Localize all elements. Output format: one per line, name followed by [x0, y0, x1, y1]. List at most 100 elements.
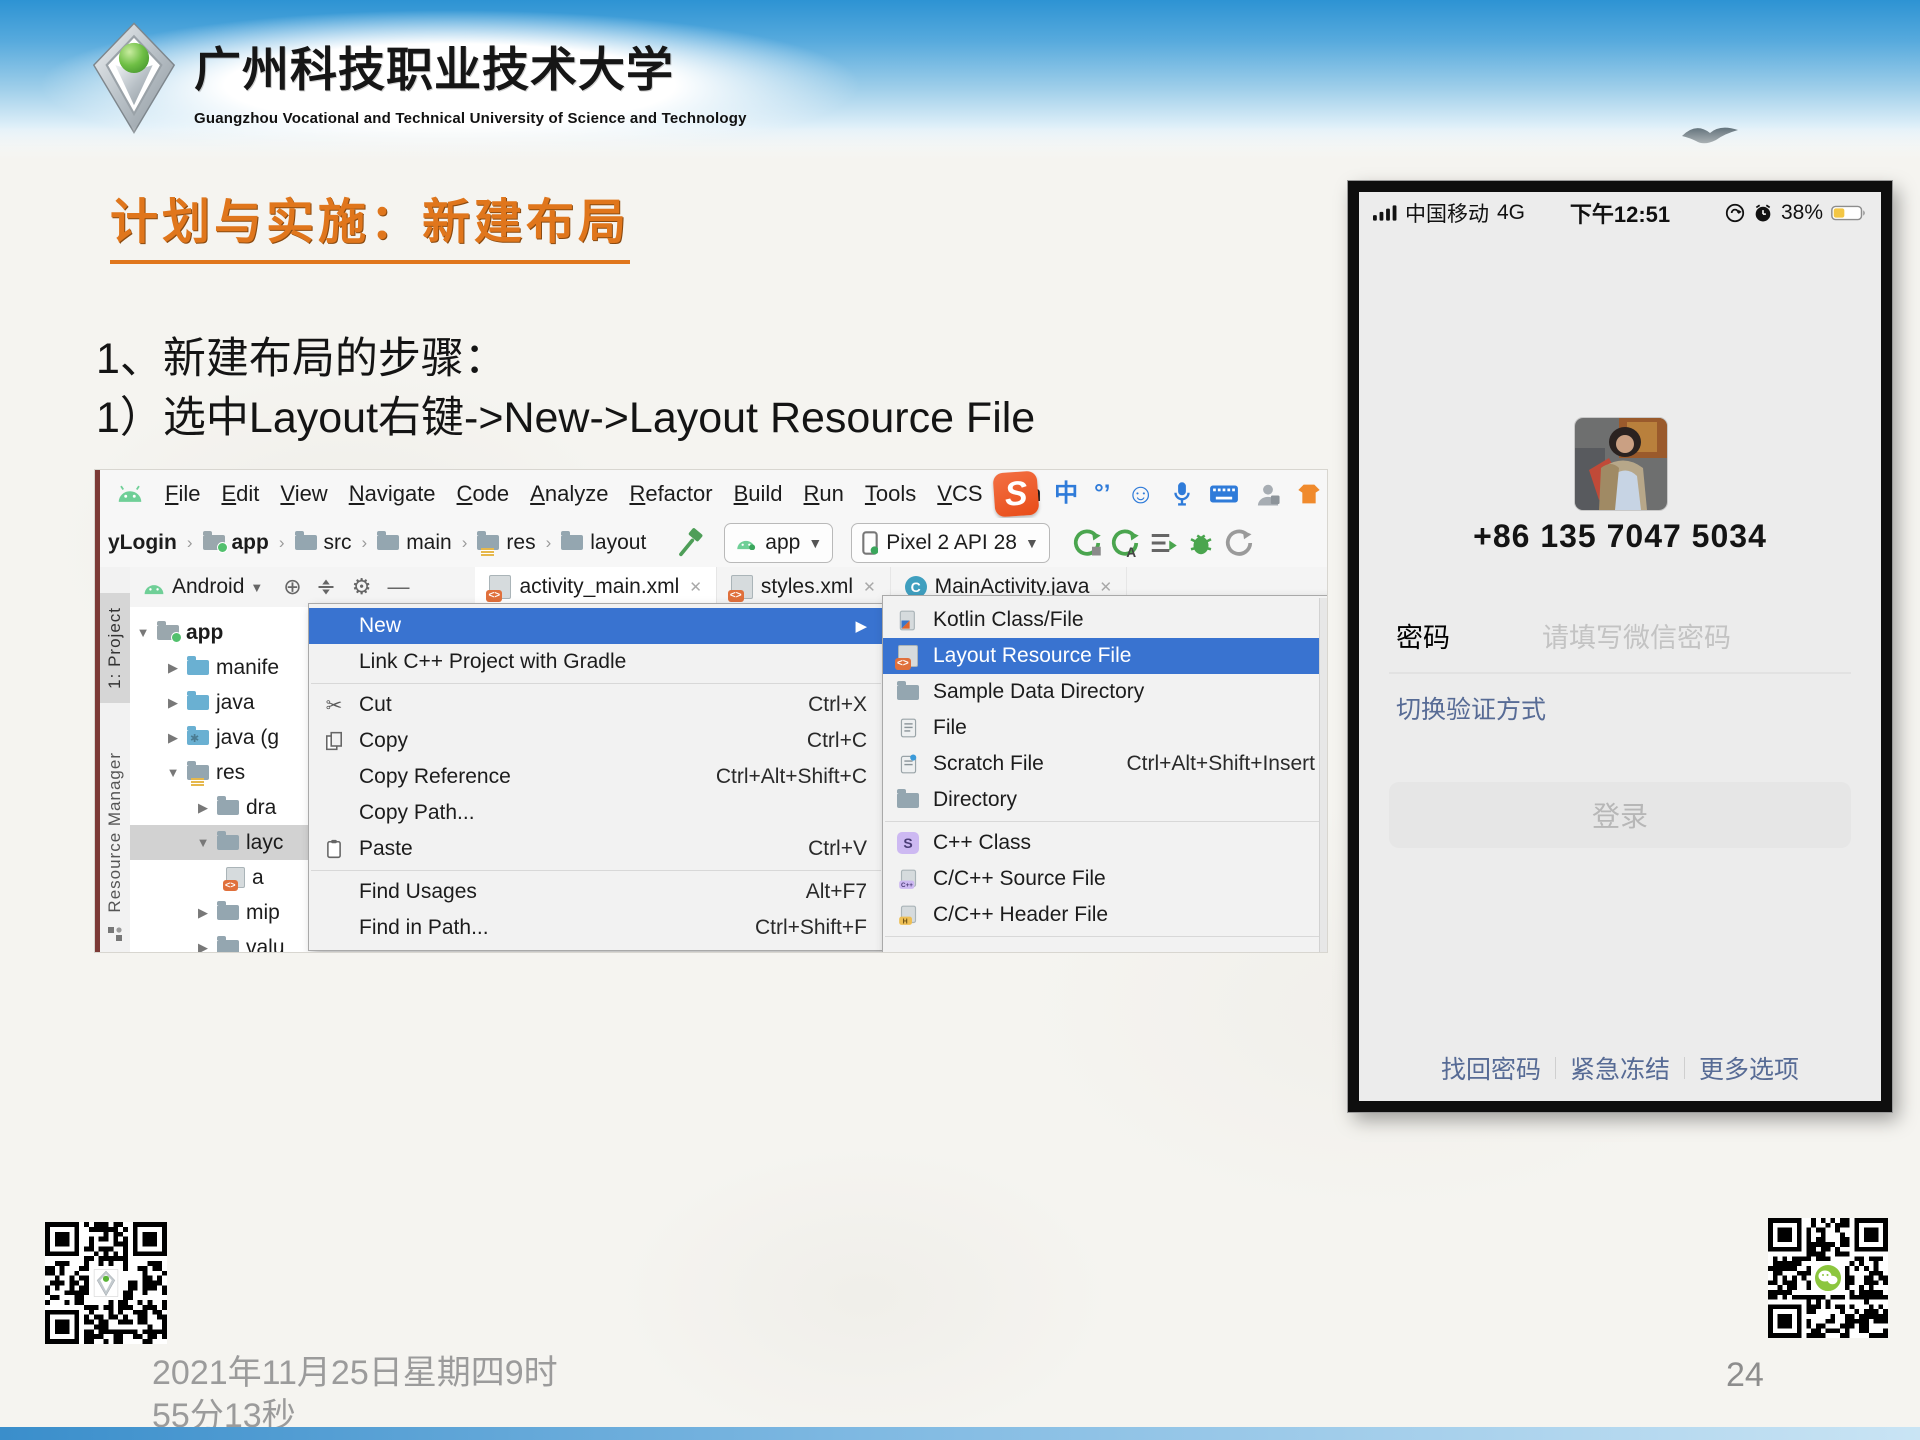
emoji-icon[interactable]: ☺ [1126, 480, 1155, 508]
breadcrumb-res[interactable]: res [477, 531, 535, 555]
punctuation-icon[interactable]: °’ [1094, 482, 1110, 506]
menu-analyze[interactable]: Analyze [530, 481, 608, 507]
folder-icon [217, 800, 239, 815]
close-icon[interactable]: ✕ [863, 578, 876, 596]
profiler-icon[interactable] [1148, 528, 1178, 558]
tool-window-view-select[interactable]: Android [172, 575, 244, 599]
submenu-item-layout-resource-file[interactable]: <> Layout Resource File [883, 638, 1327, 674]
orientation-lock-icon [1725, 203, 1745, 223]
menu-item-copy-path[interactable]: Copy Path... [309, 795, 883, 831]
android-studio-screenshot: File Edit View Navigate Code Analyze Ref… [95, 470, 1327, 952]
tree-row-mipmap[interactable]: ▶ mip [130, 895, 310, 930]
keyboard-icon[interactable] [1209, 483, 1239, 505]
header-banner: 广州科技职业技术大学 Guangzhou Vocational and Tech… [0, 0, 1920, 158]
account-number: +86 135 7047 5034 [1359, 518, 1881, 555]
folder-icon [217, 940, 239, 952]
menu-refactor[interactable]: Refactor [629, 481, 712, 507]
body-text: 1、新建布局的步骤： 1）选中Layout右键->New->Layout Res… [96, 330, 1035, 449]
tree-row-activity-main[interactable]: a [130, 860, 310, 895]
login-button[interactable]: 登录 [1389, 782, 1851, 848]
apply-changes-icon[interactable]: A [1110, 528, 1140, 558]
gear-icon[interactable]: ⚙ [352, 574, 372, 600]
more-options-link[interactable]: 更多选项 [1699, 1050, 1799, 1086]
attach-profiler-icon[interactable] [1224, 528, 1254, 558]
menu-item-cut[interactable]: ✂ Cut Ctrl+X [309, 687, 883, 723]
breadcrumb-main[interactable]: main [377, 531, 452, 555]
battery-icon [1831, 204, 1867, 222]
alarm-icon [1753, 203, 1773, 223]
tree-row-java-generated[interactable]: ▶ ✱ java (g [130, 720, 310, 755]
scrollbar[interactable] [1319, 598, 1327, 952]
menu-file[interactable]: File [165, 481, 200, 507]
menu-vcs[interactable]: VCS [937, 481, 982, 507]
password-input[interactable]: 请填写微信密码 [1542, 616, 1731, 655]
tree-row-app[interactable]: ▼ app [130, 615, 310, 650]
locate-icon[interactable]: ⊕ [283, 574, 301, 600]
menu-view[interactable]: View [280, 481, 327, 507]
run-config-select[interactable]: app ▼ [724, 523, 833, 563]
chinese-mode-icon[interactable]: 中 [1054, 482, 1078, 506]
collapse-all-icon[interactable] [316, 577, 336, 597]
android-icon [735, 536, 757, 550]
mic-icon[interactable] [1171, 481, 1193, 507]
menu-item-link-cpp[interactable]: Link C++ Project with Gradle [309, 644, 883, 680]
tab-activity-main-xml[interactable]: <> activity_main.xml ✕ [475, 567, 716, 607]
breadcrumb-project[interactable]: yLogin [108, 531, 177, 555]
device-select[interactable]: Pixel 2 API 28 ▼ [851, 523, 1050, 563]
scratch-file-icon [895, 754, 921, 774]
submenu-item-file[interactable]: File [883, 710, 1327, 746]
breadcrumb-app[interactable]: app [203, 531, 269, 555]
menu-navigate[interactable]: Navigate [349, 481, 436, 507]
menu-run[interactable]: Run [804, 481, 844, 507]
tree-row-res[interactable]: ▼ res [130, 755, 310, 790]
cpp-class-icon: S [895, 832, 921, 854]
menu-edit[interactable]: Edit [221, 481, 259, 507]
tree-row-drawable[interactable]: ▶ dra [130, 790, 310, 825]
debug-icon[interactable] [1186, 528, 1216, 558]
breadcrumb-src[interactable]: src [295, 531, 352, 555]
submenu-item-kotlin[interactable]: Kotlin Class/File [883, 602, 1327, 638]
emergency-freeze-link[interactable]: 紧急冻结 [1570, 1050, 1670, 1086]
manifests-folder-icon [187, 660, 209, 675]
run-icon[interactable] [1072, 528, 1102, 558]
recover-password-link[interactable]: 找回密码 [1441, 1050, 1541, 1086]
submenu-item-cpp-class[interactable]: S C++ Class [883, 825, 1327, 861]
submenu-item-cpp-source[interactable]: C++ C/C++ Source File [883, 861, 1327, 897]
submenu-item-sample-data-directory[interactable]: Sample Data Directory [883, 674, 1327, 710]
skin-icon[interactable] [1297, 481, 1321, 507]
build-hammer-icon[interactable] [676, 528, 706, 558]
tree-row-manifests[interactable]: ▶ manife [130, 650, 310, 685]
build-variants-icon[interactable] [107, 926, 123, 942]
submenu-item-partial[interactable] [883, 940, 1327, 952]
close-icon[interactable]: ✕ [689, 578, 702, 596]
menu-item-find-usages[interactable]: Find Usages Alt+F7 [309, 874, 883, 910]
menu-build[interactable]: Build [734, 481, 783, 507]
submenu-item-cpp-header[interactable]: H C/C++ Header File [883, 897, 1327, 933]
tree-row-java[interactable]: ▶ java [130, 685, 310, 720]
menu-tools[interactable]: Tools [865, 481, 916, 507]
submenu-item-scratch-file[interactable]: Scratch File Ctrl+Alt+Shift+Insert [883, 746, 1327, 782]
sidebar-item-resource-manager[interactable]: Resource Manager [100, 737, 130, 927]
project-tree: ▼ app ▶ manife ▶ java ▶ ✱ java (g ▼ [130, 607, 310, 952]
switch-verification-link[interactable]: 切换验证方式 [1396, 690, 1546, 726]
tree-row-layout[interactable]: ▼ layc [130, 825, 310, 860]
sidebar-item-project[interactable]: 1: Project [100, 593, 130, 703]
menu-item-new[interactable]: New ▶ [309, 608, 883, 644]
page-number: 24 [1726, 1356, 1764, 1395]
menu-item-copy[interactable]: Copy Ctrl+C [309, 723, 883, 759]
qr-code-right [1768, 1218, 1888, 1338]
submenu-arrow-icon: ▶ [855, 617, 867, 635]
tree-row-values[interactable]: ▶ valu [130, 930, 310, 952]
menu-code[interactable]: Code [457, 481, 510, 507]
sogou-logo-icon[interactable]: S [993, 471, 1040, 518]
hide-icon[interactable]: — [387, 574, 409, 600]
submenu-item-directory[interactable]: Directory [883, 782, 1327, 818]
menu-item-copy-reference[interactable]: Copy Reference Ctrl+Alt+Shift+C [309, 759, 883, 795]
tab-styles-xml[interactable]: <> styles.xml ✕ [717, 567, 891, 607]
account-icon[interactable] [1255, 481, 1281, 507]
breadcrumb-layout[interactable]: layout [561, 531, 646, 555]
chevron-down-icon[interactable]: ▼ [250, 580, 263, 595]
menu-item-find-in-path[interactable]: Find in Path... Ctrl+Shift+F [309, 910, 883, 946]
menu-item-paste[interactable]: Paste Ctrl+V [309, 831, 883, 867]
close-icon[interactable]: ✕ [1099, 578, 1112, 596]
